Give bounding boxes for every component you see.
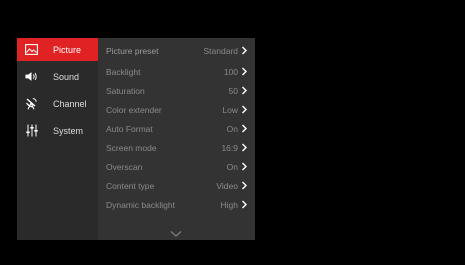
setting-value: On [226, 161, 238, 172]
setting-value: 50 [228, 85, 238, 96]
sidebar-item-label: Picture [53, 44, 82, 55]
setting-row-content-type[interactable]: Content type Video [98, 176, 255, 195]
chevron-right-icon [242, 67, 247, 76]
setting-row-screen-mode[interactable]: Screen mode 16:9 [98, 138, 255, 157]
chevron-right-icon [242, 200, 247, 209]
sidebar-item-channel[interactable]: Channel [17, 92, 98, 115]
setting-value: Standard [203, 45, 239, 56]
chevron-right-icon [242, 143, 247, 152]
antenna-icon [25, 98, 38, 110]
setting-label: Dynamic backlight [106, 199, 175, 210]
setting-label: Color extender [106, 104, 162, 115]
setting-row-overscan[interactable]: Overscan On [98, 157, 255, 176]
setting-value: Video [216, 180, 238, 191]
setting-row-saturation[interactable]: Saturation 50 [98, 81, 255, 100]
setting-row-dynamic-backlight[interactable]: Dynamic backlight High [98, 195, 255, 214]
chevron-right-icon [242, 124, 247, 133]
sidebar-item-label: System [53, 125, 84, 136]
speaker-icon [25, 71, 38, 83]
setting-label: Auto Format [106, 123, 153, 134]
tv-settings-menu: Picture Sound Channel System Picture pre… [17, 38, 255, 240]
setting-label: Picture preset [106, 45, 159, 56]
setting-label: Overscan [106, 161, 143, 172]
chevron-right-icon [242, 46, 247, 55]
setting-value: 100 [223, 66, 238, 77]
setting-label: Content type [106, 180, 155, 191]
category-sidebar: Picture Sound Channel System [17, 38, 98, 240]
setting-row-auto-format[interactable]: Auto Format On [98, 119, 255, 138]
setting-label: Screen mode [106, 142, 157, 153]
sidebar-item-label: Sound [53, 71, 80, 82]
setting-label: Backlight [106, 66, 141, 77]
setting-value: Low [222, 104, 238, 115]
setting-label: Saturation [106, 85, 145, 96]
chevron-down-icon[interactable] [170, 230, 182, 238]
sidebar-item-system[interactable]: System [17, 119, 98, 142]
setting-value: 16:9 [221, 142, 238, 153]
setting-row-backlight[interactable]: Backlight 100 [98, 62, 255, 81]
setting-value: High [220, 199, 238, 210]
chevron-right-icon [242, 181, 247, 190]
picture-settings-list: Picture preset Standard Backlight 100 Sa… [98, 38, 255, 240]
sliders-icon [25, 124, 38, 137]
sidebar-item-sound[interactable]: Sound [17, 65, 98, 88]
chevron-right-icon [242, 105, 247, 114]
sidebar-item-picture[interactable]: Picture [17, 38, 98, 61]
setting-row-color-extender[interactable]: Color extender Low [98, 100, 255, 119]
sidebar-item-label: Channel [53, 98, 87, 109]
setting-row-picture-preset[interactable]: Picture preset Standard [98, 41, 255, 60]
picture-icon [25, 44, 38, 56]
chevron-right-icon [242, 86, 247, 95]
setting-value: On [226, 123, 238, 134]
chevron-right-icon [242, 162, 247, 171]
